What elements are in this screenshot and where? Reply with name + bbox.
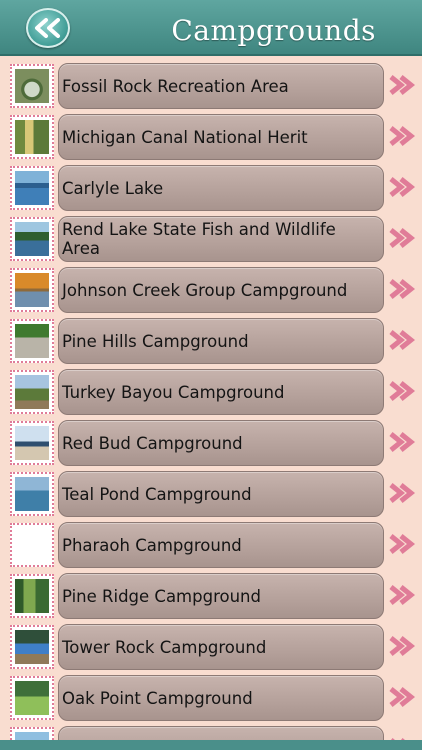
list-item[interactable] <box>0 724 422 740</box>
double-chevron-right-icon[interactable] <box>388 686 416 708</box>
thumbnail-photo <box>15 681 49 715</box>
thumbnail-photo <box>15 324 49 358</box>
thumbnail-image <box>10 676 54 720</box>
double-chevron-right-icon[interactable] <box>388 380 416 402</box>
list-item-label: Rend Lake State Fish and Wildlife Area <box>62 220 336 258</box>
list-item-button[interactable]: Teal Pond Campground <box>58 471 384 517</box>
double-chevron-right-icon[interactable] <box>388 329 416 351</box>
list-item[interactable]: Teal Pond Campground <box>0 469 422 520</box>
back-button[interactable] <box>26 8 70 48</box>
list-item[interactable]: Rend Lake State Fish and Wildlife Area <box>0 214 422 265</box>
list-item-button[interactable] <box>58 726 384 740</box>
thumbnail-image <box>10 523 54 567</box>
thumbnail-photo <box>15 732 49 740</box>
thumbnail-photo <box>15 528 49 562</box>
list-item-button[interactable]: Rend Lake State Fish and Wildlife Area <box>58 216 384 262</box>
double-chevron-right-icon[interactable] <box>388 431 416 453</box>
thumbnail-image <box>10 268 54 312</box>
double-chevron-right-icon[interactable] <box>388 533 416 555</box>
thumbnail-photo <box>15 630 49 664</box>
thumbnail-photo <box>15 375 49 409</box>
list-item-button[interactable]: Oak Point Campground <box>58 675 384 721</box>
thumbnail-photo <box>15 69 49 103</box>
list-item[interactable]: Pine Ridge Campground <box>0 571 422 622</box>
thumbnail-photo <box>15 273 49 307</box>
thumbnail-photo <box>15 579 49 613</box>
double-chevron-right-icon[interactable] <box>388 176 416 198</box>
thumbnail-image <box>10 64 54 108</box>
list-item[interactable]: Turkey Bayou Campground <box>0 367 422 418</box>
thumbnail-image <box>10 727 54 740</box>
list-item[interactable]: Tower Rock Campground <box>0 622 422 673</box>
list-item-label: Johnson Creek Group Campground <box>62 280 348 300</box>
double-chevron-right-icon[interactable] <box>388 227 416 249</box>
thumbnail-image <box>10 319 54 363</box>
list-item[interactable]: Pharaoh Campground <box>0 520 422 571</box>
list-item-button[interactable]: Carlyle Lake <box>58 165 384 211</box>
thumbnail-photo <box>15 120 49 154</box>
list-item-label: Oak Point Campground <box>62 688 253 708</box>
list-item[interactable]: Red Bud Campground <box>0 418 422 469</box>
list-item[interactable]: Pine Hills Campground <box>0 316 422 367</box>
list-item-button[interactable]: Turkey Bayou Campground <box>58 369 384 415</box>
list-item[interactable]: Carlyle Lake <box>0 163 422 214</box>
thumbnail-image <box>10 115 54 159</box>
double-chevron-right-icon[interactable] <box>388 278 416 300</box>
list-item[interactable]: Michigan Canal National Herit <box>0 112 422 163</box>
double-chevron-right-icon[interactable] <box>388 482 416 504</box>
list-item-label: Pine Ridge Campground <box>62 586 261 606</box>
page-title: Campgrounds <box>171 14 376 47</box>
list-item-button[interactable]: Johnson Creek Group Campground <box>58 267 384 313</box>
double-chevron-left-icon <box>35 18 60 38</box>
double-chevron-right-icon[interactable] <box>388 635 416 657</box>
list-item-label: Turkey Bayou Campground <box>62 382 285 402</box>
list-item-label: Carlyle Lake <box>62 178 164 198</box>
thumbnail-photo <box>15 426 49 460</box>
thumbnail-image <box>10 574 54 618</box>
thumbnail-photo <box>15 477 49 511</box>
list-item-label: Pharaoh Campground <box>62 535 242 555</box>
list-item[interactable]: Fossil Rock Recreation Area <box>0 61 422 112</box>
list-item-button[interactable]: Fossil Rock Recreation Area <box>58 63 384 109</box>
list-item-button[interactable]: Pine Ridge Campground <box>58 573 384 619</box>
thumbnail-image <box>10 472 54 516</box>
list-item[interactable]: Oak Point Campground <box>0 673 422 724</box>
list-item-label: Pine Hills Campground <box>62 331 249 351</box>
list-item-label: Fossil Rock Recreation Area <box>62 76 289 96</box>
list-item-button[interactable]: Pine Hills Campground <box>58 318 384 364</box>
double-chevron-right-icon[interactable] <box>388 125 416 147</box>
app-header: Campgrounds <box>0 0 422 56</box>
list-item-button[interactable]: Tower Rock Campground <box>58 624 384 670</box>
thumbnail-image <box>10 421 54 465</box>
list-item-button[interactable]: Michigan Canal National Herit <box>58 114 384 160</box>
double-chevron-right-icon[interactable] <box>388 74 416 96</box>
double-chevron-right-icon[interactable] <box>388 584 416 606</box>
list-item-button[interactable]: Pharaoh Campground <box>58 522 384 568</box>
thumbnail-image <box>10 166 54 210</box>
list-item-button[interactable]: Red Bud Campground <box>58 420 384 466</box>
thumbnail-image <box>10 370 54 414</box>
list-item-label: Red Bud Campground <box>62 433 243 453</box>
list-item-label: Teal Pond Campground <box>62 484 252 504</box>
thumbnail-photo <box>15 171 49 205</box>
thumbnail-image <box>10 217 54 261</box>
campground-list[interactable]: Fossil Rock Recreation Area Michigan Cana… <box>0 56 422 740</box>
list-item-label: Tower Rock Campground <box>62 637 267 657</box>
list-item-label: Michigan Canal National Herit <box>62 127 308 147</box>
list-item[interactable]: Johnson Creek Group Campground <box>0 265 422 316</box>
thumbnail-image <box>10 625 54 669</box>
thumbnail-photo <box>15 222 49 256</box>
bottom-bar <box>0 740 422 750</box>
